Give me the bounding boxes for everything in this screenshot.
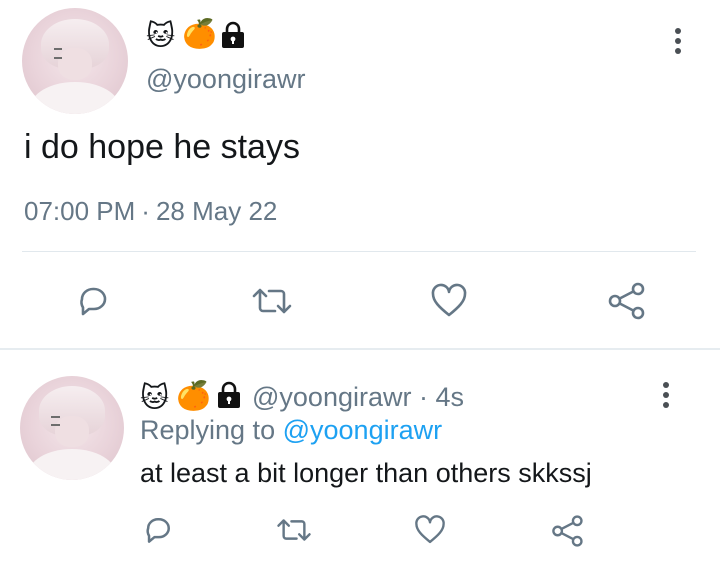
tweet-timestamp[interactable]: 07:00 PM · 28 May 22 bbox=[24, 196, 277, 227]
retweet-button[interactable] bbox=[249, 280, 295, 322]
cat-emoji-icon: 🐱 bbox=[140, 381, 170, 414]
reply-button[interactable] bbox=[72, 280, 114, 322]
reply-icon bbox=[146, 518, 170, 543]
more-options-icon[interactable] bbox=[674, 28, 682, 54]
share-button[interactable] bbox=[548, 512, 586, 550]
lock-icon bbox=[218, 20, 248, 55]
reply-age: 4s bbox=[435, 382, 465, 412]
tweet-handle[interactable]: @yoongirawr bbox=[146, 64, 305, 95]
more-options-icon[interactable] bbox=[662, 382, 670, 408]
separator: · bbox=[418, 382, 428, 412]
lock-icon bbox=[214, 380, 244, 415]
reply-meta: @yoongirawr · 4s bbox=[252, 382, 464, 413]
replying-handle-link[interactable]: @yoongirawr bbox=[283, 415, 442, 445]
divider bbox=[22, 251, 696, 252]
retweet-icon bbox=[252, 288, 292, 314]
like-icon bbox=[431, 283, 467, 317]
share-icon bbox=[608, 282, 645, 320]
replying-label: Replying to bbox=[140, 415, 276, 445]
tweet-time: 07:00 PM bbox=[24, 196, 136, 226]
reply-text: at least a bit longer than others skkssj bbox=[140, 458, 592, 488]
reply-avatar[interactable] bbox=[20, 376, 124, 480]
share-button[interactable] bbox=[604, 280, 648, 322]
like-icon bbox=[415, 515, 445, 544]
tweet-text: i do hope he stays bbox=[24, 128, 300, 166]
avatar[interactable] bbox=[22, 8, 128, 114]
section-divider bbox=[0, 348, 720, 350]
reply-button[interactable] bbox=[140, 512, 176, 548]
tangerine-emoji-icon: 🍊 bbox=[182, 17, 217, 50]
replying-to: Replying to @yoongirawr bbox=[140, 415, 442, 446]
tangerine-emoji-icon: 🍊 bbox=[176, 379, 211, 412]
separator: · bbox=[141, 196, 150, 226]
reply-icon bbox=[80, 287, 107, 316]
retweet-icon bbox=[277, 519, 311, 541]
tweet-date: 28 May 22 bbox=[155, 196, 278, 226]
like-button[interactable] bbox=[412, 512, 448, 548]
cat-emoji-icon: 🐱 bbox=[146, 19, 176, 52]
retweet-button[interactable] bbox=[274, 512, 314, 548]
like-button[interactable] bbox=[428, 280, 470, 322]
share-icon bbox=[552, 515, 583, 547]
reply-handle[interactable]: @yoongirawr bbox=[252, 382, 411, 412]
